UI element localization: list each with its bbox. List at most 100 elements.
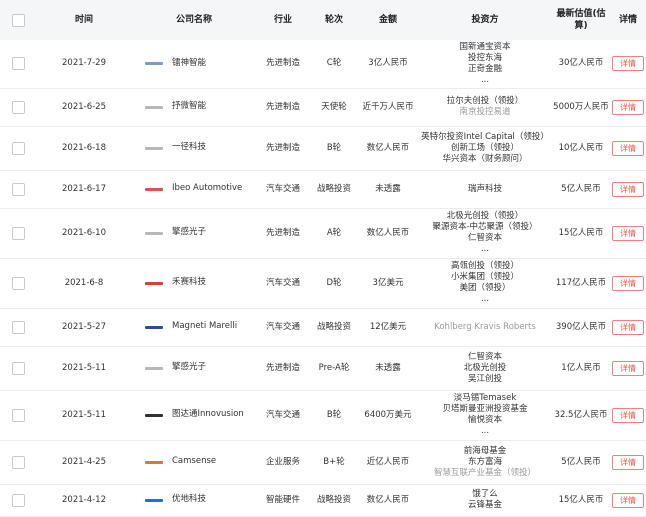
amount-cell: 12亿美元 [369, 321, 407, 332]
lidar-logo-icon [142, 58, 166, 68]
company-cell: 图达通Innovusion [132, 390, 256, 440]
industry-cell: 先进制造 [265, 58, 300, 69]
row-select-cell[interactable] [0, 484, 36, 516]
valuation-cell: 15亿人民币 [558, 227, 604, 238]
valuation-cell: 117亿人民币 [555, 277, 607, 288]
industry-cell: 企业服务 [265, 456, 300, 467]
investors-cell: 国新通宝资本 投控东海 正奇金融... [418, 40, 552, 88]
row-checkbox[interactable] [11, 361, 25, 375]
row-select-cell[interactable] [0, 390, 36, 440]
innovusion-logo-icon [142, 410, 166, 420]
row-select-cell[interactable] [0, 126, 36, 170]
industry-cell: 先进制造 [265, 227, 300, 238]
row-select-cell[interactable] [0, 40, 36, 88]
row-checkbox[interactable] [11, 408, 25, 422]
investor-name: ... [480, 294, 490, 304]
row-checkbox[interactable] [11, 141, 25, 155]
detail-button[interactable]: 详情 [612, 225, 644, 241]
amount-cell: 未透露 [375, 183, 401, 194]
date-cell: 2021-6-8 [64, 277, 104, 288]
investors-cell: 饿了么 云锋基金 [418, 484, 552, 516]
table-body: 2021-7-29 镭神智能 先进制造 C轮 3亿人民币 国新通宝资本 投控东海 正奇金融..… [0, 40, 646, 516]
date-cell: 2021-6-25 [62, 101, 106, 112]
round-cell: A轮 [326, 227, 342, 238]
table-row: 2021-5-11 图达通Innovusion 汽车交通 B轮 6400万美元 淡马锡Te… [0, 390, 646, 440]
camsense-logo-icon [142, 457, 166, 467]
row-checkbox[interactable] [11, 493, 25, 507]
row-select-cell[interactable] [0, 346, 36, 390]
detail-button[interactable]: 详情 [612, 181, 644, 197]
valuation-cell: 5000万人民币 [553, 101, 609, 112]
amount-cell: 3亿美元 [372, 277, 404, 288]
row-select-cell[interactable] [0, 308, 36, 346]
investor-name: 北极光创投（领投） [446, 211, 524, 221]
row-select-cell[interactable] [0, 170, 36, 208]
row-checkbox[interactable] [11, 455, 25, 469]
investor-name: 吴江创投 [467, 373, 502, 384]
investor-name: 投控东海 [467, 52, 502, 63]
row-checkbox[interactable] [11, 57, 25, 71]
row-checkbox[interactable] [11, 182, 25, 196]
industry-cell: 先进制造 [265, 101, 300, 112]
photon-logo-icon [142, 363, 166, 373]
investor-name: 仁智资本 [467, 233, 502, 243]
detail-cell: 详情 [610, 346, 646, 390]
company-cell: 擎感光子 [132, 208, 256, 258]
detail-cell: 详情 [610, 170, 646, 208]
row-checkbox[interactable] [11, 320, 25, 334]
detail-button[interactable]: 详情 [612, 492, 644, 508]
company-name: 擎感光子 [172, 362, 207, 372]
select-all-cell[interactable] [0, 0, 36, 40]
row-select-cell[interactable] [0, 208, 36, 258]
detail-button[interactable]: 详情 [612, 319, 644, 335]
company-cell: 镭神智能 [132, 40, 256, 88]
row-select-cell[interactable] [0, 440, 36, 484]
investor-name: 智慧互联产业基金（领投） [433, 467, 536, 478]
row-select-cell[interactable] [0, 88, 36, 126]
detail-button[interactable]: 详情 [612, 275, 644, 291]
company-name: Magneti Marelli [172, 321, 238, 331]
select-all-checkbox[interactable] [11, 13, 25, 27]
detail-cell: 详情 [610, 258, 646, 308]
table-row: 2021-7-29 镭神智能 先进制造 C轮 3亿人民币 国新通宝资本 投控东海 正奇金融..… [0, 40, 646, 88]
investor-name: 国新通宝资本 [459, 41, 511, 52]
round-cell: 战略投资 [316, 321, 351, 332]
header-industry: 行业 [273, 15, 292, 25]
round-cell: B+轮 [323, 456, 345, 467]
company-name: 擎感光子 [172, 227, 207, 237]
row-checkbox[interactable] [11, 276, 25, 290]
detail-button[interactable]: 详情 [612, 407, 644, 423]
detail-cell: 详情 [610, 484, 646, 516]
detail-cell: 详情 [610, 126, 646, 170]
investor-name: 仁智资本 [467, 351, 502, 362]
detail-button[interactable]: 详情 [612, 56, 644, 72]
company-name: 镭神智能 [172, 57, 207, 68]
detail-button[interactable]: 详情 [612, 140, 644, 156]
youdi-logo-icon [142, 495, 166, 505]
detail-cell: 详情 [610, 440, 646, 484]
investment-table: 时间 公司名称 行业 轮次 金额 投资方 最新估值(估算) 详情 2021-7-… [0, 0, 646, 517]
investor-name: 南京投控易道 [459, 107, 511, 117]
detail-button[interactable]: 详情 [612, 454, 644, 470]
row-checkbox[interactable] [11, 226, 25, 240]
row-checkbox[interactable] [11, 100, 25, 114]
header-amount: 金额 [378, 15, 397, 25]
header-detail: 详情 [618, 15, 637, 25]
amount-cell: 数亿人民币 [366, 142, 410, 153]
row-select-cell[interactable] [0, 258, 36, 308]
investor-name: 拉尔夫创投（领投） [446, 96, 524, 106]
investor-name: 愉悦资本 [467, 415, 502, 425]
detail-button[interactable]: 详情 [612, 99, 644, 115]
table-row: 2021-6-17 Ibeo Automotive 汽车交通 战略投资 未透露 瑞声科技 5… [0, 170, 646, 208]
round-cell: B轮 [326, 409, 342, 420]
investor-name: 瑞声科技 [467, 183, 502, 194]
detail-cell: 详情 [610, 88, 646, 126]
investors-cell: 北极光创投（领投） 聚源资本-中芯聚源（领投） 仁智资本... [418, 208, 552, 258]
amount-cell: 数亿人民币 [366, 227, 410, 238]
date-cell: 2021-6-17 [62, 183, 106, 194]
date-cell: 2021-4-25 [62, 456, 106, 467]
date-cell: 2021-7-29 [62, 58, 106, 69]
detail-button[interactable]: 详情 [612, 360, 644, 376]
table-row: 2021-4-25 Camsense 企业服务 B+轮 近亿人民币 前海母基金 东方富海 智慧… [0, 440, 646, 484]
company-name: 图达通Innovusion [172, 409, 244, 419]
